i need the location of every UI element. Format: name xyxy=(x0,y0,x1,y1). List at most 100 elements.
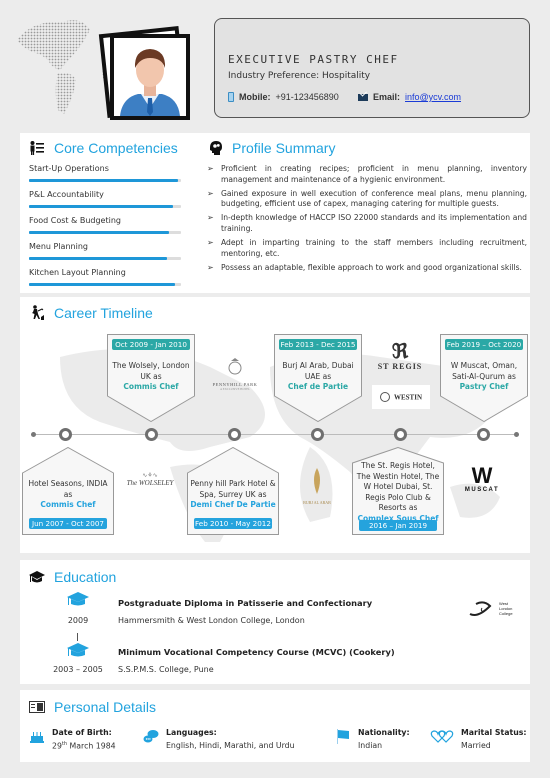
education-institution: S.S.P.M.S. College, Pune xyxy=(118,665,214,674)
job-employer: Burj Al Arab, Dubai UAE as xyxy=(282,361,354,381)
competency-item: P&L Accountability xyxy=(29,189,189,208)
timeline-node xyxy=(59,428,72,441)
competency-bar xyxy=(29,257,181,260)
languages-value: English, Hindi, Marathi, and Urdu xyxy=(166,741,295,750)
career-timeline-panel: Career Timeline Oct 2009 - Jan 2010 The … xyxy=(20,297,530,553)
job-employer: Penny hill Park Hotel & Spa, Surrey UK a… xyxy=(190,479,276,499)
competency-label: Kitchen Layout Planning xyxy=(29,268,126,277)
career-timeline-title: Career Timeline xyxy=(54,305,153,321)
job-dates: Feb 2019 – Oct 2020 xyxy=(445,339,523,350)
competency-label: Start-Up Operations xyxy=(29,164,109,173)
competency-label: Food Cost & Budgeting xyxy=(29,216,121,225)
wolseley-logo: ∿⚘∿ The WOLSELEY xyxy=(126,473,174,487)
avatar-icon xyxy=(120,49,180,116)
profile-bullet: Possess an adaptable, flexible approach … xyxy=(207,263,527,274)
competency-bar xyxy=(29,205,181,208)
email-icon xyxy=(358,93,368,101)
mobile-number: +91-123456890 xyxy=(275,92,339,102)
job-employer: The St. Regis Hotel, The Westin Hotel, T… xyxy=(356,461,440,512)
email-contact: Email: info@ycv.com xyxy=(358,92,461,102)
timeline-card-bottom: Hotel Seasons, INDIA as Commis Chef Jun … xyxy=(22,447,114,535)
education-panel: Education 2009 Postgraduate Diploma in P… xyxy=(20,560,530,684)
nationality-value: Indian xyxy=(358,741,383,750)
timeline-start-dot xyxy=(31,432,36,437)
nationality: Nationality: Indian xyxy=(335,728,410,750)
mobile-icon xyxy=(228,92,234,102)
hearts-icon xyxy=(430,730,454,743)
burj-al-arab-logo: BURJ AL ARAB xyxy=(297,467,337,505)
competency-bar-fill xyxy=(29,205,174,208)
personal-details-panel: Personal Details Date of Birth: 29th Mar… xyxy=(20,690,530,762)
timeline-card-top: Feb 2013 - Dec 2015 Burj Al Arab, Dubai … xyxy=(274,334,362,422)
timeline-card-top: Feb 2019 – Oct 2020 W Muscat, Oman, Sati… xyxy=(440,334,528,422)
job-role: Commis Chef xyxy=(40,500,96,509)
education-connector xyxy=(77,633,78,641)
job-role: Chef de Partie xyxy=(287,382,349,391)
competency-label: P&L Accountability xyxy=(29,190,104,199)
profile-bullet: Adept in imparting training to the staff… xyxy=(207,238,527,259)
job-employer: The Wolsely, London UK as xyxy=(112,361,190,381)
competency-bar-fill xyxy=(29,231,169,234)
profile-bullets: Proficient in creating recipes; proficie… xyxy=(207,164,527,273)
education-institution: Hammersmith & West London College, Londo… xyxy=(118,616,305,625)
competency-bar-fill xyxy=(29,257,168,260)
profile-bullet: Gained exposure in well execution of con… xyxy=(207,189,527,210)
competency-bar-fill xyxy=(29,283,175,286)
education-year: 2003 – 2005 xyxy=(53,665,103,674)
personal-details-title: Personal Details xyxy=(54,699,156,715)
education-year: 2009 xyxy=(67,616,89,625)
competency-list: Start-Up Operations P&L Accountability Foo… xyxy=(29,163,189,286)
timeline-node xyxy=(145,428,158,441)
timeline-node xyxy=(477,428,490,441)
job-title: EXECUTIVE PASTRY CHEF xyxy=(228,53,399,66)
graduation-cap-icon xyxy=(29,571,45,583)
dob-value: 29th March 1984 xyxy=(52,741,116,751)
timeline-node xyxy=(311,428,324,441)
job-role: Pastry Chef xyxy=(459,382,509,391)
climber-icon xyxy=(32,305,44,320)
timeline-axis xyxy=(31,434,519,435)
st-regis-logo: ℜ ST REGIS xyxy=(377,341,423,371)
resume-header: EXECUTIVE PASTRY CHEF Industry Preferenc… xyxy=(0,0,550,122)
date-of-birth: Date of Birth: 29th March 1984 xyxy=(29,728,116,751)
chat-cloud-icon xyxy=(143,730,159,743)
education-degree: Minimum Vocational Competency Course (MC… xyxy=(118,647,395,657)
id-card-icon xyxy=(29,701,45,713)
timeline-node xyxy=(394,428,407,441)
timeline-node xyxy=(228,428,241,441)
title-card: EXECUTIVE PASTRY CHEF Industry Preferenc… xyxy=(214,18,530,118)
job-role: Demi Chef De Partie xyxy=(190,500,276,509)
email-link[interactable]: info@ycv.com xyxy=(405,92,461,102)
competency-bar-fill xyxy=(29,179,178,182)
profile-photo xyxy=(110,34,190,120)
core-competencies: Core Competencies Start-Up Operations P&L… xyxy=(29,140,189,286)
timeline-card-top: Oct 2009 - Jan 2010 The Wolsely, London … xyxy=(107,334,195,422)
competency-bar xyxy=(29,231,181,234)
competency-bar xyxy=(29,179,181,182)
education-degree: Postgraduate Diploma in Patisserie and C… xyxy=(118,598,373,608)
education-title: Education xyxy=(54,569,117,585)
competency-item: Food Cost & Budgeting xyxy=(29,215,189,234)
westin-logo: WESTIN xyxy=(372,385,430,409)
pennyhill-park-logo: PENNYHILL PARK A EXCLUSIVE HOTEL xyxy=(205,357,265,391)
languages: Languages: English, Hindi, Marathi, and … xyxy=(143,728,295,750)
marital-status: Marital Status: Married xyxy=(430,728,527,750)
mobile-contact: Mobile: +91-123456890 xyxy=(228,92,339,102)
flag-icon xyxy=(337,729,349,744)
job-dates: Feb 2013 - Dec 2015 xyxy=(279,339,357,350)
head-gears-icon xyxy=(210,141,222,155)
profile-bullet: In-depth knowledge of HACCP ISO 22000 st… xyxy=(207,213,527,234)
west-london-college-logo: West London College xyxy=(468,598,513,618)
competency-item: Kitchen Layout Planning xyxy=(29,267,189,286)
job-dates: Jun 2007 - Oct 2007 xyxy=(29,518,107,529)
timeline-end-dot xyxy=(514,432,519,437)
competency-label: Menu Planning xyxy=(29,242,88,251)
job-employer: W Muscat, Oman, Sati-Al-Qurum as xyxy=(450,361,518,381)
competency-item: Start-Up Operations xyxy=(29,163,189,182)
birthday-cake-icon xyxy=(30,732,44,743)
job-dates: 2016 – Jan 2019 xyxy=(359,520,437,531)
job-dates: Oct 2009 - Jan 2010 xyxy=(112,339,190,350)
graduation-cap-icon xyxy=(67,643,89,657)
presenter-icon xyxy=(30,141,44,155)
job-dates: Feb 2010 - May 2012 xyxy=(194,518,272,529)
